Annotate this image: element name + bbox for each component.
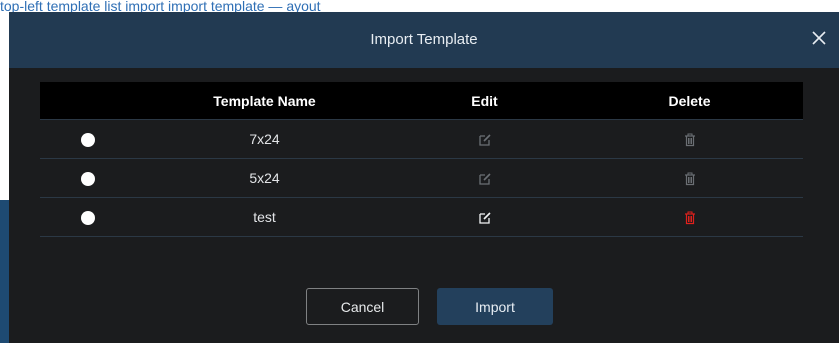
row-select-cell — [40, 119, 136, 159]
row-select-cell — [40, 197, 136, 237]
row-radio[interactable] — [81, 211, 95, 226]
import-template-dialog: Import Template Template Name Edit Delet… — [9, 12, 839, 343]
edit-cell — [393, 158, 576, 198]
trash-icon[interactable] — [683, 211, 697, 225]
template-table: Template Name Edit Delete 7x24 5x24 test — [40, 82, 803, 237]
import-button[interactable]: Import — [437, 288, 553, 325]
row-radio[interactable] — [81, 133, 95, 148]
edit-icon[interactable] — [478, 172, 492, 186]
close-icon — [812, 31, 826, 45]
delete-cell — [576, 197, 803, 237]
row-select-cell — [40, 158, 136, 198]
table-row[interactable]: 7x24 — [40, 119, 803, 159]
row-radio[interactable] — [81, 172, 95, 187]
edit-icon[interactable] — [478, 211, 492, 225]
col-header-template-name: Template Name — [136, 82, 393, 120]
template-name: 5x24 — [249, 170, 280, 186]
trash-icon[interactable] — [683, 172, 697, 186]
edit-cell — [393, 119, 576, 159]
trash-icon[interactable] — [683, 133, 697, 147]
background-page-text: top-left template list import import tem… — [0, 0, 321, 12]
delete-cell — [576, 158, 803, 198]
template-name: test — [253, 209, 276, 225]
table-row[interactable]: test — [40, 197, 803, 237]
template-name-cell: 5x24 — [136, 158, 393, 198]
cancel-button[interactable]: Cancel — [306, 288, 419, 325]
template-name: 7x24 — [249, 131, 280, 147]
background-sidebar-edge — [0, 200, 9, 343]
delete-cell — [576, 119, 803, 159]
edit-cell — [393, 197, 576, 237]
edit-icon[interactable] — [478, 133, 492, 147]
table-header-row: Template Name Edit Delete — [40, 82, 803, 120]
close-button[interactable] — [807, 26, 831, 50]
table-row[interactable]: 5x24 — [40, 158, 803, 198]
col-header-delete: Delete — [576, 82, 803, 120]
table-body: 7x24 5x24 test — [40, 119, 803, 237]
template-name-cell: 7x24 — [136, 119, 393, 159]
col-header-select — [40, 82, 136, 120]
dialog-title: Import Template — [370, 31, 478, 48]
col-header-edit: Edit — [393, 82, 576, 120]
dialog-header: Import Template — [9, 12, 839, 68]
template-name-cell: test — [136, 197, 393, 237]
